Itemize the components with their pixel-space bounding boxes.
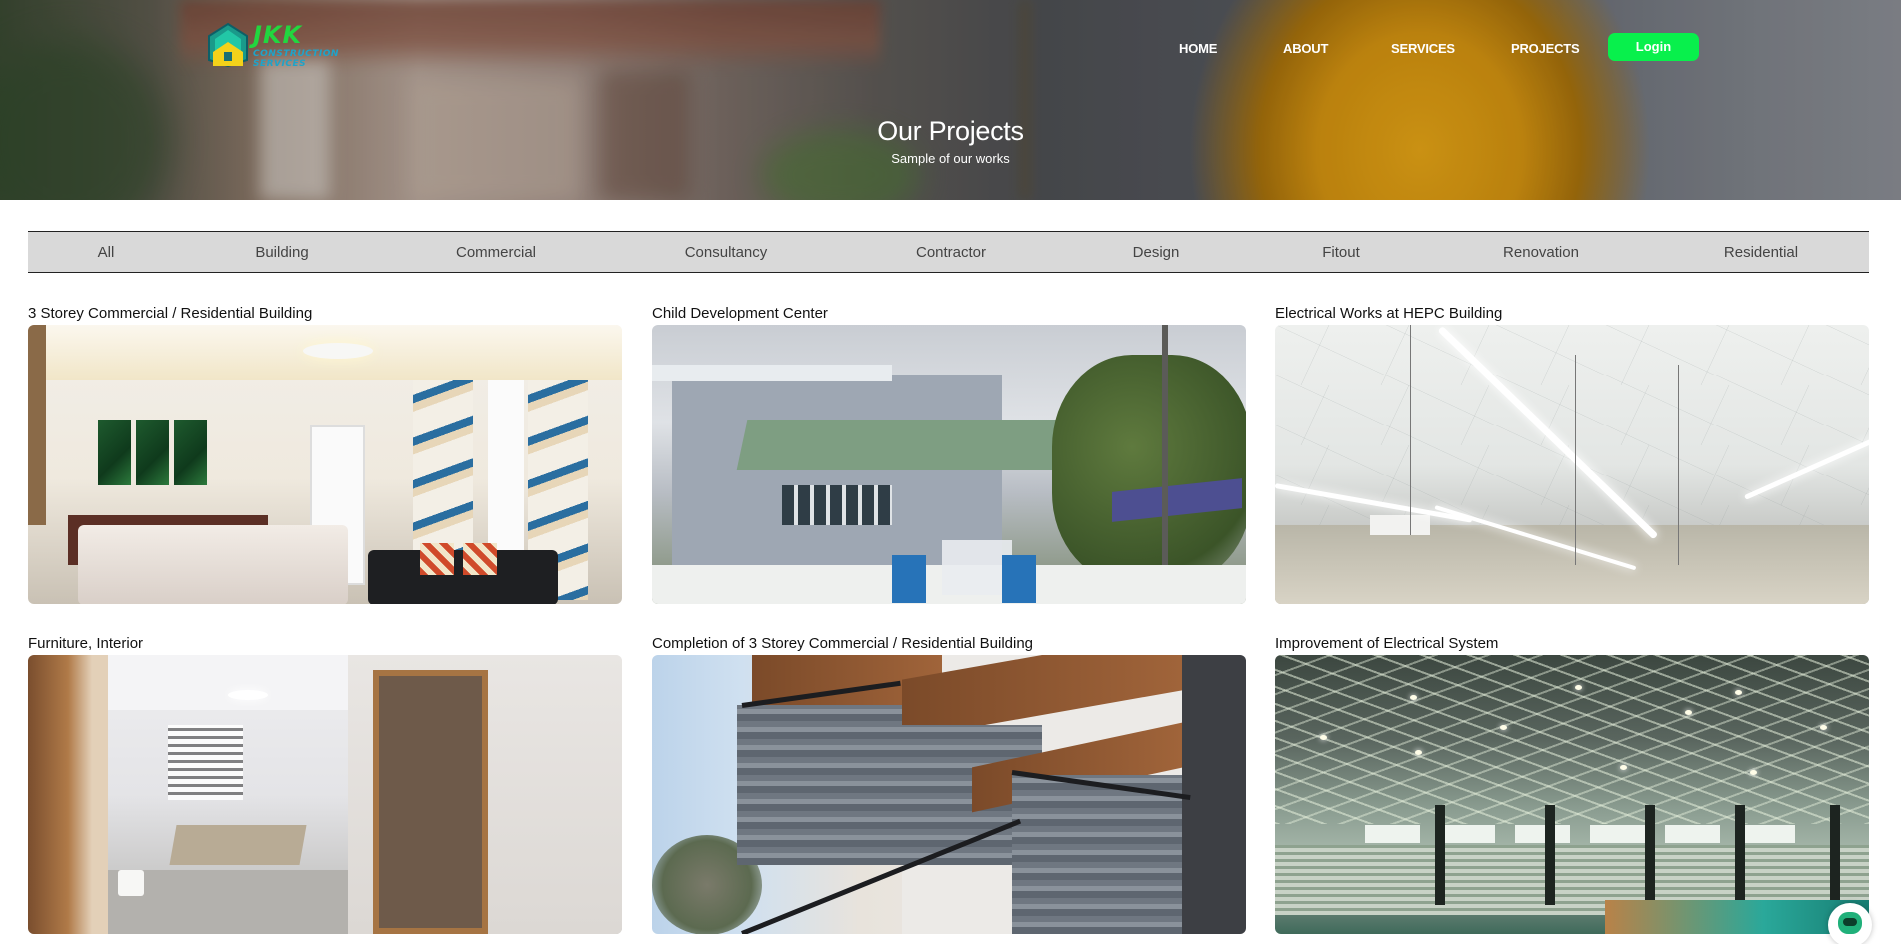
- project-card[interactable]: Improvement of Electrical System: [1275, 634, 1869, 934]
- login-button[interactable]: Login: [1608, 33, 1699, 61]
- project-image[interactable]: [1275, 325, 1869, 604]
- filter-residential[interactable]: Residential: [1724, 232, 1798, 272]
- page-subtitle: Sample of our works: [891, 151, 1010, 166]
- project-title: Completion of 3 Storey Commercial / Resi…: [652, 635, 1034, 652]
- project-image[interactable]: [28, 325, 622, 604]
- chat-bot-icon[interactable]: [1828, 903, 1872, 944]
- project-title: 3 Storey Commercial / Residential Buildi…: [28, 305, 313, 322]
- main-nav: HOME ABOUT SERVICES PROJECTS Login: [0, 33, 1901, 63]
- project-image[interactable]: [652, 655, 1246, 934]
- filter-consultancy[interactable]: Consultancy: [685, 232, 768, 272]
- project-card[interactable]: 3 Storey Commercial / Residential Buildi…: [28, 304, 622, 604]
- project-card[interactable]: Furniture, Interior: [28, 634, 622, 934]
- project-image[interactable]: [652, 325, 1246, 604]
- nav-home[interactable]: HOME: [1179, 41, 1217, 56]
- nav-services[interactable]: SERVICES: [1391, 41, 1455, 56]
- ceiling-lamp: [303, 343, 373, 359]
- project-title: Electrical Works at HEPC Building: [1275, 305, 1503, 322]
- project-title: Furniture, Interior: [28, 635, 144, 652]
- filter-commercial[interactable]: Commercial: [456, 232, 536, 272]
- filter-contractor[interactable]: Contractor: [916, 232, 986, 272]
- filter-all[interactable]: All: [98, 232, 115, 272]
- project-image[interactable]: [1275, 655, 1869, 934]
- project-card[interactable]: Electrical Works at HEPC Building: [1275, 304, 1869, 604]
- project-title: Child Development Center: [652, 305, 828, 322]
- filter-building[interactable]: Building: [255, 232, 308, 272]
- project-card[interactable]: Completion of 3 Storey Commercial / Resi…: [652, 634, 1246, 934]
- project-card[interactable]: Child Development Center: [652, 304, 1246, 604]
- nav-about[interactable]: ABOUT: [1283, 41, 1328, 56]
- filter-design[interactable]: Design: [1133, 232, 1180, 272]
- project-filter-bar: All Building Commercial Consultancy Cont…: [28, 231, 1869, 273]
- hero-banner: JKK CONSTRUCTION SERVICES HOME ABOUT SER…: [0, 0, 1901, 200]
- nav-projects[interactable]: PROJECTS: [1511, 41, 1580, 56]
- filter-fitout[interactable]: Fitout: [1322, 232, 1360, 272]
- page-title: Our Projects: [877, 116, 1024, 146]
- project-title: Improvement of Electrical System: [1275, 635, 1499, 652]
- project-image[interactable]: [28, 655, 622, 934]
- filter-renovation[interactable]: Renovation: [1503, 232, 1579, 272]
